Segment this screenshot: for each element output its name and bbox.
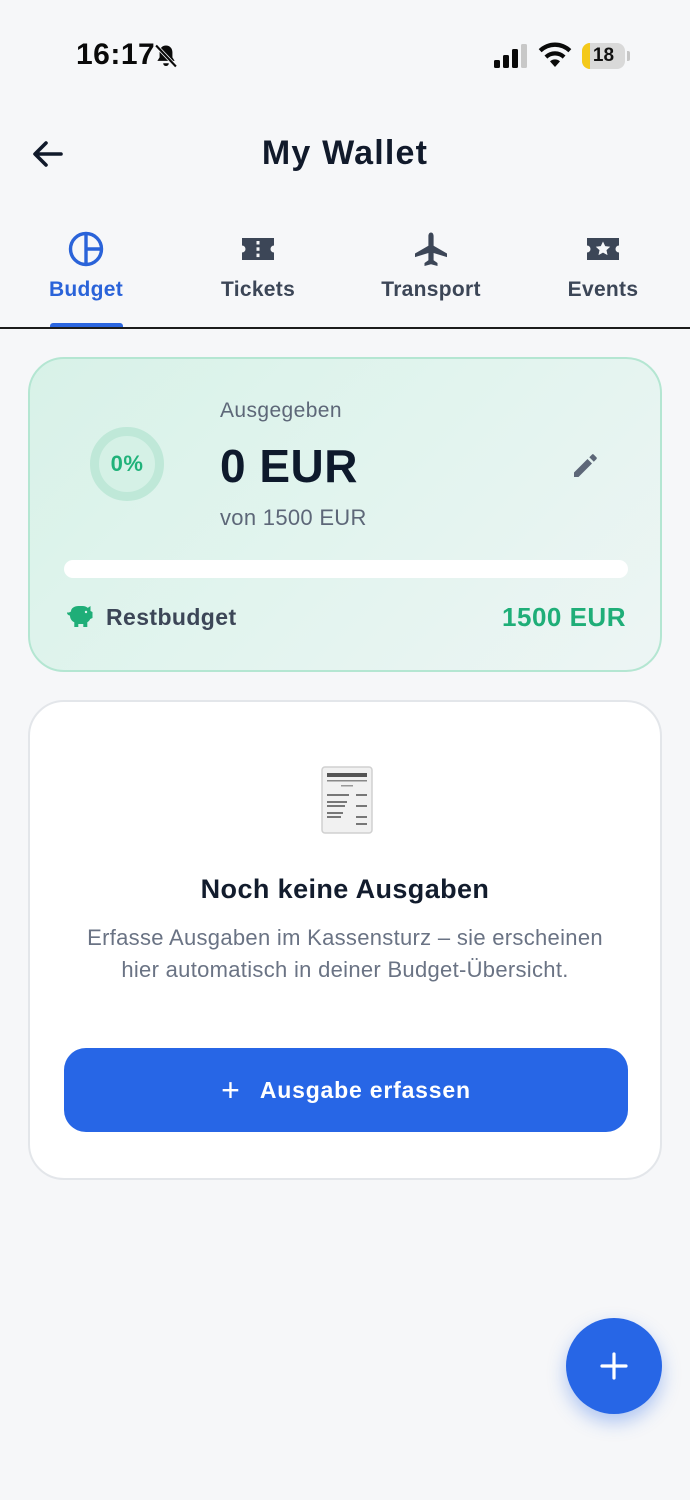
budget-total: von 1500 EUR xyxy=(220,505,367,530)
back-button[interactable] xyxy=(28,134,68,174)
budget-summary-card: 0% Ausgegeben 0 EUR von 1500 EUR Restbud… xyxy=(28,357,662,672)
page-title: My Wallet xyxy=(261,134,429,172)
tab-transport[interactable]: Transport xyxy=(345,222,517,328)
ticket-icon xyxy=(242,238,274,260)
arrow-left-icon xyxy=(33,141,63,167)
tab-events[interactable]: Events xyxy=(517,222,689,328)
status-bar: 16:17 18 xyxy=(0,0,690,110)
battery-indicator: 18 xyxy=(582,43,630,69)
battery-cap xyxy=(627,51,630,61)
star-ticket-icon xyxy=(587,238,619,260)
add-expense-button[interactable]: + Ausgabe erfassen xyxy=(64,1048,628,1132)
receipt-icon xyxy=(321,766,373,834)
rest-budget-label: Restbudget xyxy=(106,604,237,630)
bell-slash-icon xyxy=(154,44,178,68)
airplane-icon xyxy=(415,232,447,266)
tab-budget[interactable]: Budget xyxy=(0,222,172,328)
tab-label: Tickets xyxy=(220,278,296,301)
edit-budget-button[interactable] xyxy=(568,447,604,483)
empty-state-description: Erfasse Ausgaben im Kassensturz – sie er… xyxy=(87,925,603,982)
tab-label: Budget xyxy=(48,278,124,301)
tab-bar: Budget Tickets Transport Events xyxy=(0,222,690,328)
plus-icon xyxy=(600,1352,628,1380)
battery-level: 18 xyxy=(592,45,615,66)
rest-budget-value: 1500 EUR xyxy=(502,602,626,632)
status-time: 16:17 xyxy=(76,38,156,71)
pencil-icon xyxy=(574,454,597,477)
wifi-icon xyxy=(538,42,572,67)
piggy-bank-icon xyxy=(67,606,93,627)
empty-state-title: Noch keine Ausgaben xyxy=(200,874,490,904)
plus-icon: + xyxy=(221,1072,240,1108)
add-expense-label: Ausgabe erfassen xyxy=(259,1076,471,1103)
floating-add-button[interactable] xyxy=(566,1318,662,1414)
cellular-signal-icon xyxy=(494,44,527,68)
spent-label: Ausgegeben xyxy=(220,399,342,422)
budget-percent: 0% xyxy=(110,451,144,476)
tab-label: Transport xyxy=(381,278,481,301)
tab-tickets[interactable]: Tickets xyxy=(172,222,344,328)
battery-body: 18 xyxy=(582,43,625,69)
empty-expenses-card: Noch keine Ausgaben Erfasse Ausgaben im … xyxy=(28,700,662,1180)
pie-chart-icon xyxy=(68,231,104,267)
budget-progress-bar xyxy=(64,560,628,578)
spent-amount: 0 EUR xyxy=(220,440,358,492)
budget-percent-ring: 0% xyxy=(90,427,164,501)
tabs-divider xyxy=(0,327,690,329)
tab-label: Events xyxy=(567,278,639,301)
